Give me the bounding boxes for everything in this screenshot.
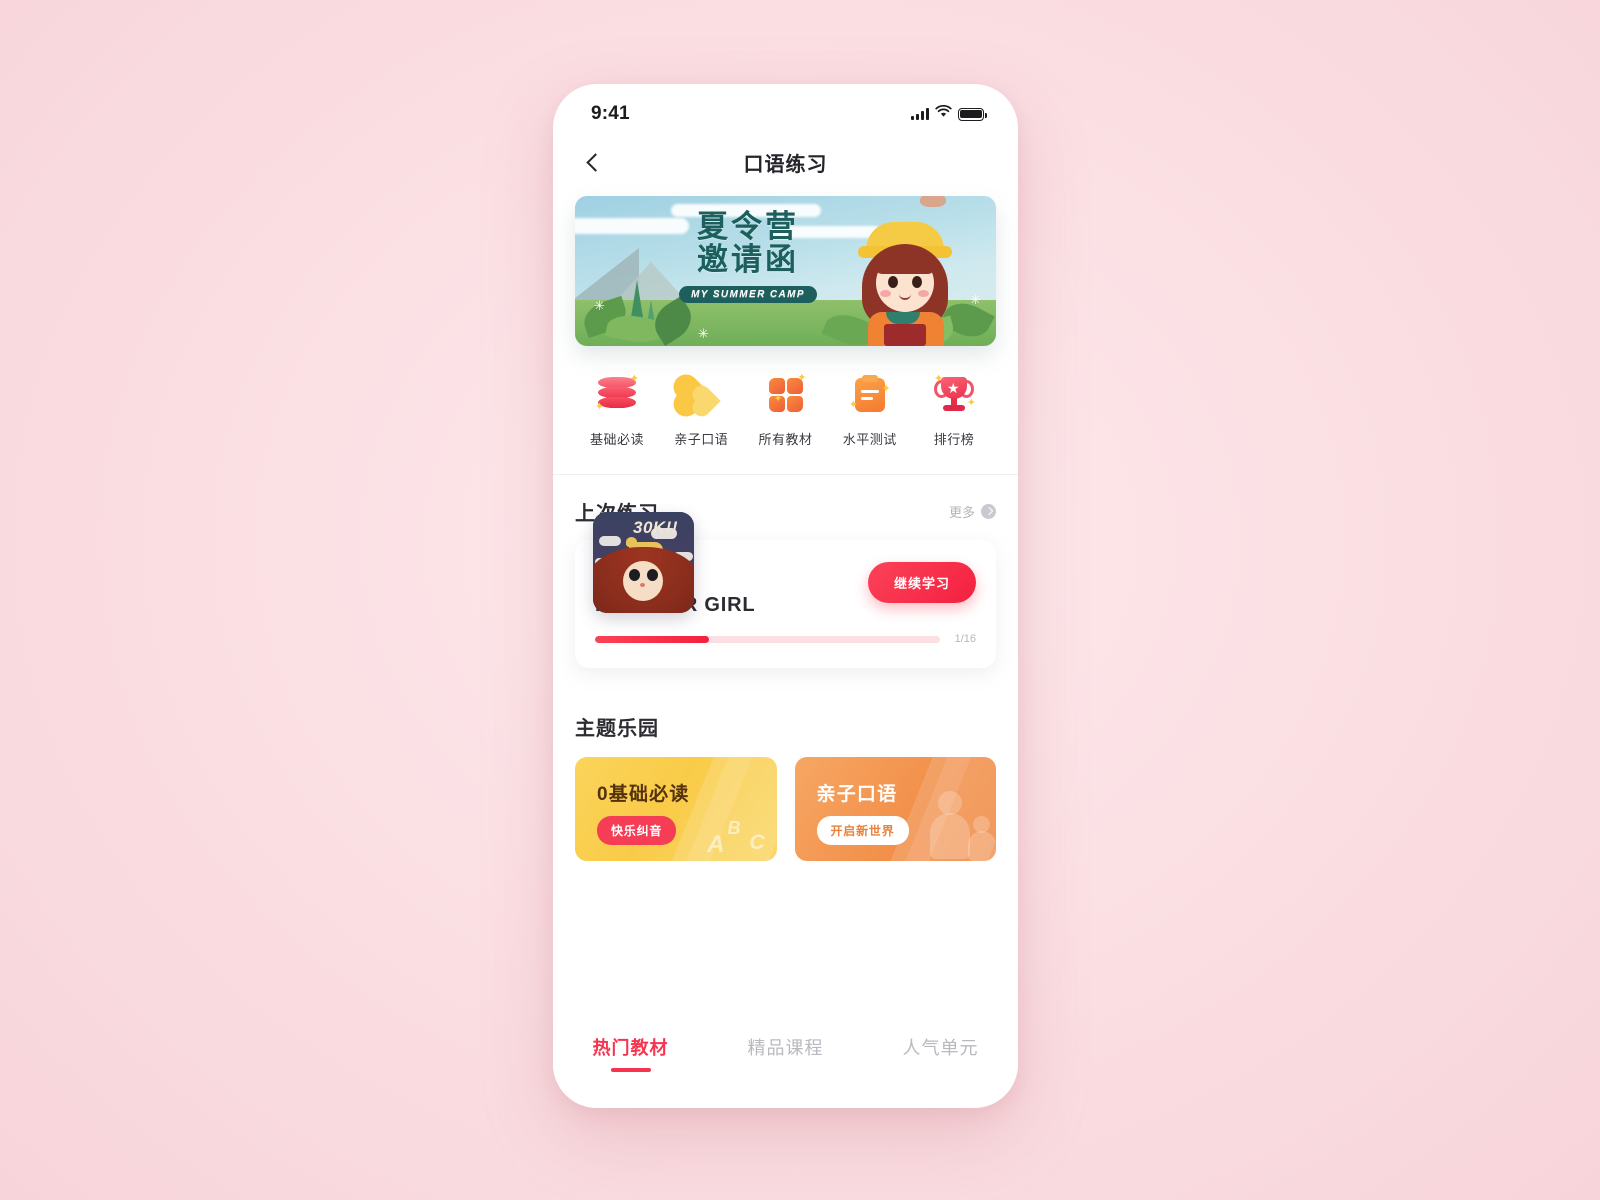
theme-card-parent-child[interactable]: 亲子口语 开启新世界: [794, 757, 996, 861]
quick-icon-label: 水平测试: [842, 432, 897, 447]
letter-c-icon: C: [749, 831, 765, 854]
progress-fill: [595, 635, 709, 643]
battery-icon: [958, 107, 987, 121]
quick-icon-all-materials[interactable]: ✦ ✦ 所有教材: [748, 372, 824, 448]
chevron-right-circle-icon: [981, 504, 996, 519]
theme-card-title: 0基础必读: [597, 784, 690, 805]
more-label: 更多: [948, 505, 975, 520]
flower-icon: ✳: [970, 292, 981, 307]
quick-icon-label: 排行榜: [933, 432, 975, 447]
flower-icon: ✳: [594, 298, 605, 313]
thumbnail-text: 30K!!: [633, 518, 679, 537]
tab-popular-units[interactable]: 人气单元: [863, 1034, 1018, 1060]
banner-subtitle: MY SUMMER CAMP: [679, 286, 817, 304]
page-content: ✳ ✳ ✳ 夏令营 邀请函 MY SUMMER CAMP ✦ ✦ 基础必读 ✦ …: [553, 196, 1018, 1108]
quick-icon-parent-child-speaking[interactable]: ✦ ✦ 亲子口语: [663, 372, 739, 448]
status-indicators: [911, 104, 987, 123]
banner-girl-illustration: [854, 220, 962, 346]
tab-hot-materials[interactable]: 热门教材: [553, 1034, 708, 1072]
grid-icon: ✦ ✦: [762, 372, 810, 418]
last-practice-section: 30K!! 继续学习 RED HAIR GIRL 1/: [553, 512, 1018, 668]
quick-icon-basic-reading[interactable]: ✦ ✦ 基础必读: [579, 372, 655, 448]
theme-park-title: 主题乐园: [575, 718, 659, 740]
tab-premium-courses[interactable]: 精品课程: [708, 1034, 863, 1060]
theme-card-title: 亲子口语: [816, 784, 898, 805]
practice-card[interactable]: 30K!! 继续学习 RED HAIR GIRL 1/: [575, 512, 996, 668]
page-title: 口语练习: [743, 153, 828, 176]
trophy-icon: ★ ✦ ✦: [934, 373, 976, 411]
letter-a-icon: A: [707, 831, 725, 858]
quick-icon-level-test[interactable]: ✦ ✦ 水平测试: [832, 372, 908, 448]
parent-silhouette-icon: [930, 813, 970, 859]
tab-label: 精品课程: [747, 1038, 824, 1058]
back-button[interactable]: [573, 136, 617, 188]
status-time: 9:41: [591, 103, 630, 124]
theme-card-badge: 快乐纠音: [597, 816, 677, 845]
bird-icon: [920, 196, 946, 207]
progress-label: 1/16: [954, 633, 976, 645]
child-silhouette-icon: [968, 831, 996, 861]
quick-icon-row: ✦ ✦ 基础必读 ✦ ✦ 亲子口语 ✦ ✦ 所有教材 ✦ ✦ 水平测试 ★ ✦ …: [553, 346, 1018, 448]
signal-bars-icon: [911, 108, 929, 120]
summer-camp-banner[interactable]: ✳ ✳ ✳ 夏令营 邀请函 MY SUMMER CAMP: [575, 196, 996, 346]
more-link[interactable]: 更多: [949, 502, 996, 521]
course-thumbnail[interactable]: 30K!!: [593, 512, 694, 613]
continue-learning-button[interactable]: 继续学习: [867, 562, 976, 603]
tab-label: 人气单元: [902, 1038, 979, 1058]
quick-icon-leaderboard[interactable]: ★ ✦ ✦ 排行榜: [916, 372, 992, 448]
clipboard-icon: ✦ ✦: [846, 372, 894, 418]
hearts-icon: ✦ ✦: [677, 372, 725, 418]
quick-icon-label: 亲子口语: [674, 432, 729, 447]
theme-card-grid: A B C 0基础必读 快乐纠音 亲子口语 开启新世界: [553, 741, 1018, 861]
theme-park-header: 主题乐园: [553, 668, 1018, 741]
phone-frame: 9:41 口语练习 ✳ ✳ ✳ 夏令营 邀请函 MY SUMMER CAMP ✦…: [553, 84, 1018, 1108]
theme-card-badge: 开启新世界: [816, 816, 909, 845]
stacked-books-icon: ✦ ✦: [595, 373, 639, 413]
quick-icon-label: 所有教材: [758, 432, 813, 447]
tab-label: 热门教材: [592, 1038, 669, 1058]
wifi-icon: [935, 104, 952, 123]
active-tab-indicator: [610, 1068, 651, 1072]
status-bar: 9:41: [553, 84, 1018, 136]
progress-track: [595, 635, 940, 643]
banner-title-line1: 夏令营: [697, 209, 799, 244]
banner-title-line2: 邀请函: [697, 242, 799, 278]
letter-b-icon: B: [727, 818, 741, 838]
flower-icon: ✳: [698, 326, 709, 341]
app-background: 9:41 口语练习 ✳ ✳ ✳ 夏令营 邀请函 MY SUMMER CAMP ✦…: [0, 0, 1600, 1200]
banner-title-block: 夏令营 邀请函 MY SUMMER CAMP: [653, 209, 843, 304]
theme-card-basic-reading[interactable]: A B C 0基础必读 快乐纠音: [575, 757, 777, 861]
chevron-left-icon: [585, 152, 605, 172]
nav-bar: 口语练习: [553, 136, 1018, 188]
course-progress: 1/16: [595, 633, 976, 645]
quick-icon-label: 基础必读: [589, 432, 644, 447]
bottom-tab-bar: 热门教材 精品课程 人气单元: [553, 1022, 1018, 1108]
